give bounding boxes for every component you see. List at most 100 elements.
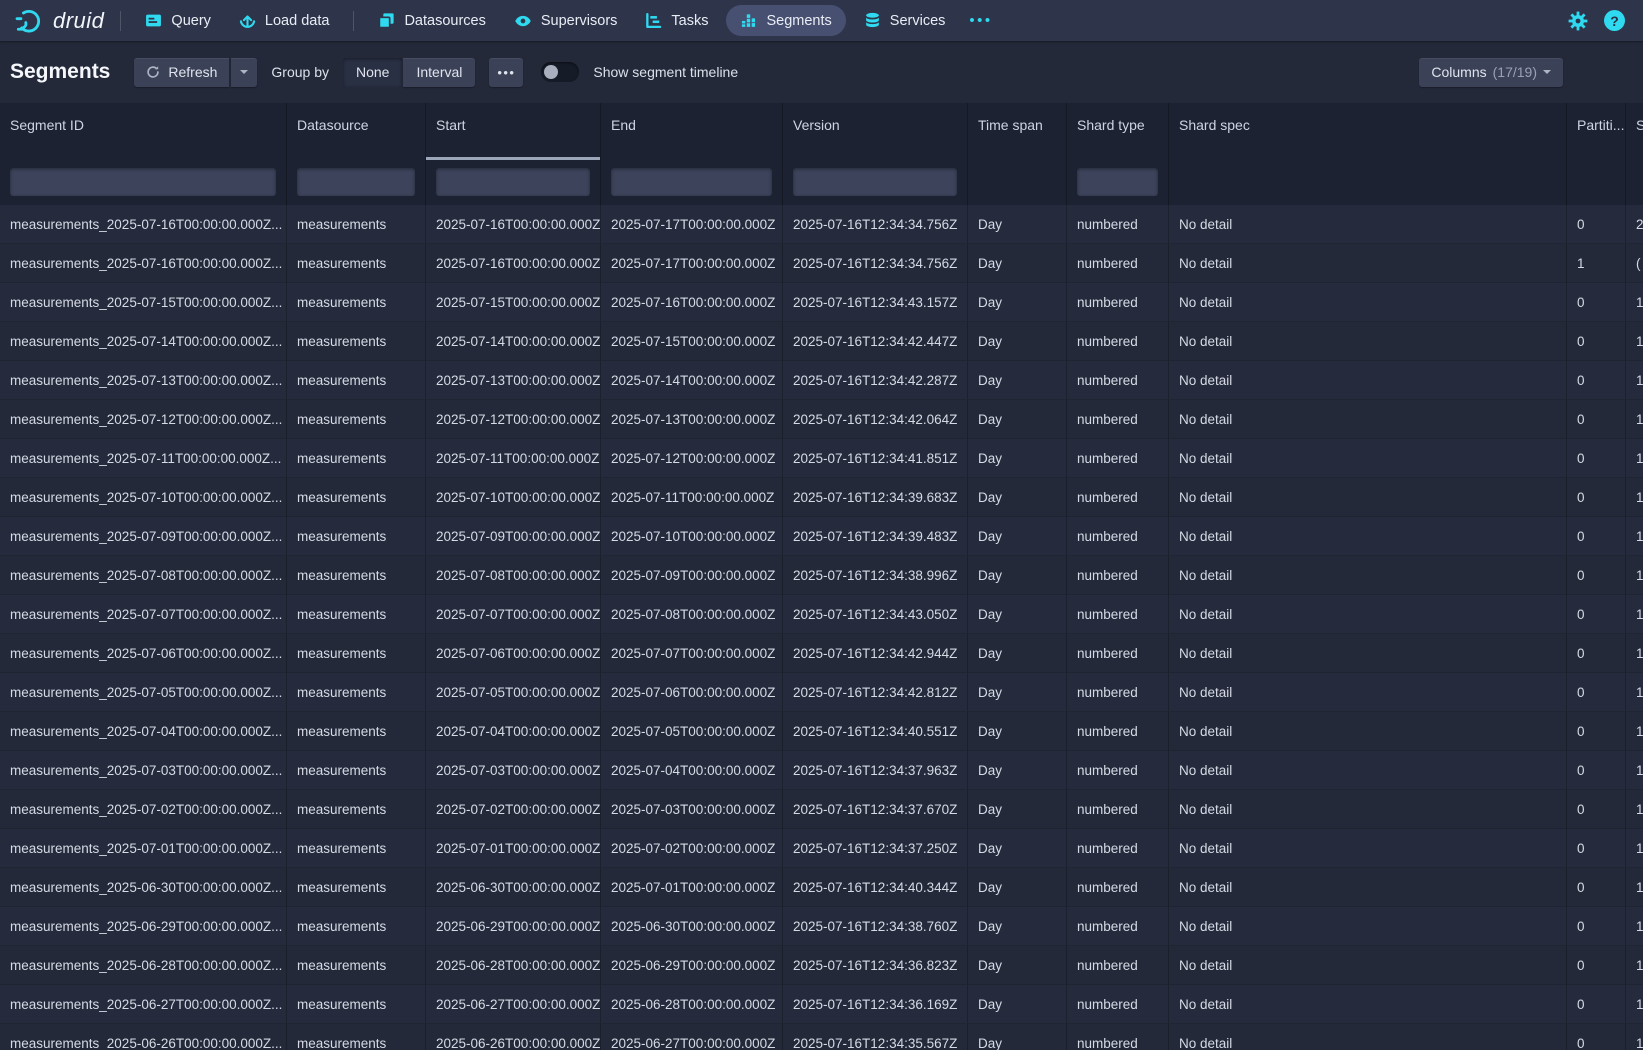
cell-size[interactable]: 1 xyxy=(1626,985,1643,1024)
toolbar-more-button[interactable]: ••• xyxy=(489,58,523,87)
cell-segment_id[interactable]: measurements_2025-06-26T00:00:00.000Z... xyxy=(0,1024,287,1050)
cell-start[interactable]: 2025-07-02T00:00:00.000Z xyxy=(426,790,601,829)
cell-size[interactable]: 1 xyxy=(1626,751,1643,790)
cell-partition[interactable]: 0 xyxy=(1567,985,1626,1024)
cell-start[interactable]: 2025-07-08T00:00:00.000Z xyxy=(426,556,601,595)
cell-datasource[interactable]: measurements xyxy=(287,829,426,868)
cell-size[interactable]: 1 xyxy=(1626,595,1643,634)
cell-end[interactable]: 2025-07-17T00:00:00.000Z xyxy=(601,244,783,283)
group-by-interval-button[interactable]: Interval xyxy=(403,58,475,87)
cell-shard_type[interactable]: numbered xyxy=(1067,868,1169,907)
cell-segment_id[interactable]: measurements_2025-07-08T00:00:00.000Z... xyxy=(0,556,287,595)
cell-shard_type[interactable]: numbered xyxy=(1067,634,1169,673)
cell-time_span[interactable]: Day xyxy=(968,244,1067,283)
cell-shard_spec[interactable]: No detail xyxy=(1169,634,1567,673)
cell-datasource[interactable]: measurements xyxy=(287,595,426,634)
cell-partition[interactable]: 0 xyxy=(1567,439,1626,478)
cell-shard_spec[interactable]: No detail xyxy=(1169,517,1567,556)
cell-shard_spec[interactable]: No detail xyxy=(1169,673,1567,712)
cell-datasource[interactable]: measurements xyxy=(287,556,426,595)
cell-start[interactable]: 2025-07-05T00:00:00.000Z xyxy=(426,673,601,712)
cell-shard_spec[interactable]: No detail xyxy=(1169,283,1567,322)
cell-segment_id[interactable]: measurements_2025-06-29T00:00:00.000Z... xyxy=(0,907,287,946)
cell-time_span[interactable]: Day xyxy=(968,751,1067,790)
column-header-partition[interactable]: Partiti... xyxy=(1567,103,1626,160)
cell-size[interactable]: 1 xyxy=(1626,634,1643,673)
cell-datasource[interactable]: measurements xyxy=(287,907,426,946)
cell-start[interactable]: 2025-07-10T00:00:00.000Z xyxy=(426,478,601,517)
cell-segment_id[interactable]: measurements_2025-07-10T00:00:00.000Z... xyxy=(0,478,287,517)
cell-version[interactable]: 2025-07-16T12:34:35.567Z xyxy=(783,1024,968,1050)
cell-time_span[interactable]: Day xyxy=(968,712,1067,751)
cell-time_span[interactable]: Day xyxy=(968,829,1067,868)
cell-shard_spec[interactable]: No detail xyxy=(1169,595,1567,634)
cell-end[interactable]: 2025-06-27T00:00:00.000Z xyxy=(601,1024,783,1050)
cell-shard_spec[interactable]: No detail xyxy=(1169,790,1567,829)
cell-shard_type[interactable]: numbered xyxy=(1067,556,1169,595)
nav-item-tasks[interactable]: Tasks xyxy=(631,0,722,41)
cell-start[interactable]: 2025-06-29T00:00:00.000Z xyxy=(426,907,601,946)
filter-input-start[interactable] xyxy=(436,168,590,196)
cell-shard_spec[interactable]: No detail xyxy=(1169,712,1567,751)
cell-time_span[interactable]: Day xyxy=(968,478,1067,517)
cell-shard_spec[interactable]: No detail xyxy=(1169,907,1567,946)
gear-icon[interactable] xyxy=(1568,11,1588,31)
cell-partition[interactable]: 0 xyxy=(1567,556,1626,595)
cell-version[interactable]: 2025-07-16T12:34:38.996Z xyxy=(783,556,968,595)
cell-size[interactable]: 1 xyxy=(1626,673,1643,712)
cell-version[interactable]: 2025-07-16T12:34:37.250Z xyxy=(783,829,968,868)
group-by-none-button[interactable]: None xyxy=(343,58,402,87)
cell-start[interactable]: 2025-07-03T00:00:00.000Z xyxy=(426,751,601,790)
cell-version[interactable]: 2025-07-16T12:34:37.963Z xyxy=(783,751,968,790)
cell-end[interactable]: 2025-07-12T00:00:00.000Z xyxy=(601,439,783,478)
cell-size[interactable]: 1 xyxy=(1626,283,1643,322)
cell-version[interactable]: 2025-07-16T12:34:39.683Z xyxy=(783,478,968,517)
cell-start[interactable]: 2025-07-16T00:00:00.000Z xyxy=(426,205,601,244)
filter-input-shard_type[interactable] xyxy=(1077,168,1158,196)
cell-time_span[interactable]: Day xyxy=(968,556,1067,595)
cell-size[interactable]: 2 xyxy=(1626,205,1643,244)
nav-item-datasources[interactable]: Datasources xyxy=(364,0,499,41)
cell-version[interactable]: 2025-07-16T12:34:34.756Z xyxy=(783,244,968,283)
cell-start[interactable]: 2025-06-26T00:00:00.000Z xyxy=(426,1024,601,1050)
cell-time_span[interactable]: Day xyxy=(968,439,1067,478)
cell-size[interactable]: 1 xyxy=(1626,478,1643,517)
cell-datasource[interactable]: measurements xyxy=(287,634,426,673)
nav-more-button[interactable]: ••• xyxy=(959,12,1002,29)
cell-size[interactable]: 1 xyxy=(1626,829,1643,868)
cell-shard_spec[interactable]: No detail xyxy=(1169,361,1567,400)
cell-segment_id[interactable]: measurements_2025-07-09T00:00:00.000Z... xyxy=(0,517,287,556)
cell-shard_type[interactable]: numbered xyxy=(1067,595,1169,634)
cell-time_span[interactable]: Day xyxy=(968,283,1067,322)
cell-datasource[interactable]: measurements xyxy=(287,244,426,283)
cell-version[interactable]: 2025-07-16T12:34:40.344Z xyxy=(783,868,968,907)
cell-start[interactable]: 2025-07-16T00:00:00.000Z xyxy=(426,244,601,283)
cell-end[interactable]: 2025-07-11T00:00:00.000Z xyxy=(601,478,783,517)
cell-partition[interactable]: 0 xyxy=(1567,1024,1626,1050)
cell-size[interactable]: 1 xyxy=(1626,400,1643,439)
cell-partition[interactable]: 0 xyxy=(1567,829,1626,868)
cell-shard_spec[interactable]: No detail xyxy=(1169,322,1567,361)
cell-end[interactable]: 2025-07-05T00:00:00.000Z xyxy=(601,712,783,751)
cell-shard_type[interactable]: numbered xyxy=(1067,712,1169,751)
cell-start[interactable]: 2025-07-14T00:00:00.000Z xyxy=(426,322,601,361)
filter-input-segment_id[interactable] xyxy=(10,168,276,196)
cell-partition[interactable]: 0 xyxy=(1567,790,1626,829)
cell-partition[interactable]: 0 xyxy=(1567,712,1626,751)
cell-size[interactable]: 1 xyxy=(1626,556,1643,595)
cell-partition[interactable]: 0 xyxy=(1567,361,1626,400)
cell-start[interactable]: 2025-06-28T00:00:00.000Z xyxy=(426,946,601,985)
cell-version[interactable]: 2025-07-16T12:34:42.287Z xyxy=(783,361,968,400)
cell-datasource[interactable]: measurements xyxy=(287,673,426,712)
cell-shard_type[interactable]: numbered xyxy=(1067,829,1169,868)
cell-shard_type[interactable]: numbered xyxy=(1067,400,1169,439)
cell-segment_id[interactable]: measurements_2025-06-27T00:00:00.000Z... xyxy=(0,985,287,1024)
cell-version[interactable]: 2025-07-16T12:34:40.551Z xyxy=(783,712,968,751)
cell-datasource[interactable]: measurements xyxy=(287,322,426,361)
cell-shard_type[interactable]: numbered xyxy=(1067,946,1169,985)
cell-segment_id[interactable]: measurements_2025-07-13T00:00:00.000Z... xyxy=(0,361,287,400)
cell-partition[interactable]: 0 xyxy=(1567,595,1626,634)
cell-segment_id[interactable]: measurements_2025-07-01T00:00:00.000Z... xyxy=(0,829,287,868)
druid-logo[interactable]: druid xyxy=(12,6,110,36)
cell-start[interactable]: 2025-07-09T00:00:00.000Z xyxy=(426,517,601,556)
